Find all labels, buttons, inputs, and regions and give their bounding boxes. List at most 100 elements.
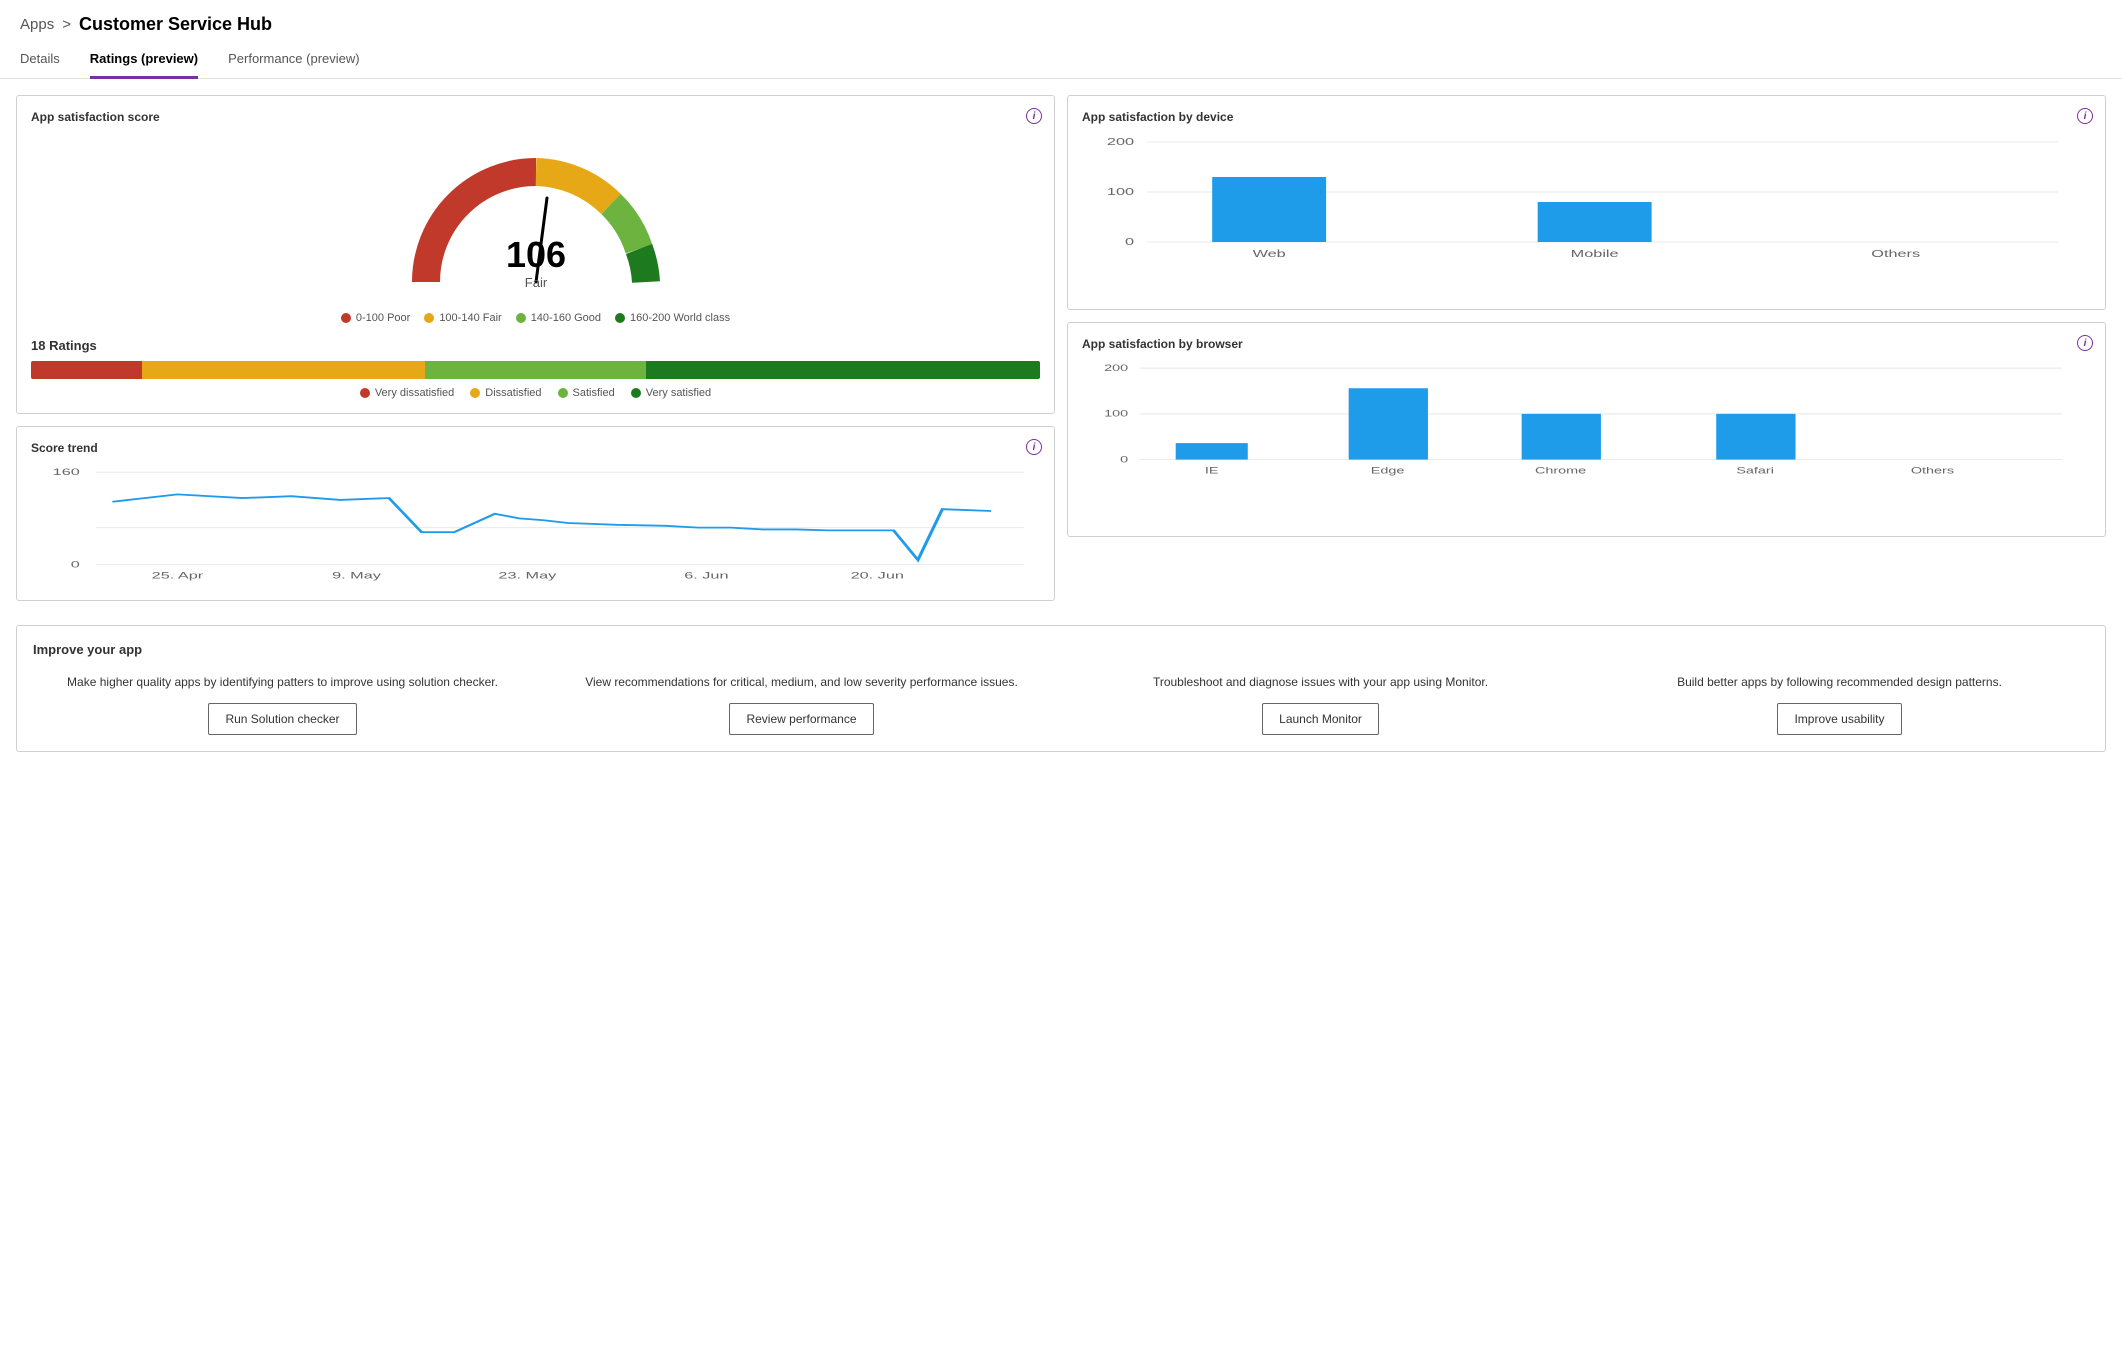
app-satisfaction-score-info-icon[interactable]: i xyxy=(1026,108,1042,124)
gauge-legend: 0-100 Poor 100-140 Fair 140-160 Good 160… xyxy=(31,312,1040,324)
breadcrumb: Apps > Customer Service Hub xyxy=(0,0,2122,43)
ratings-bar xyxy=(31,361,1040,379)
ratings-dot-dissatisfied xyxy=(470,388,480,398)
legend-fair-label: 100-140 Fair xyxy=(439,312,501,324)
legend-poor: 0-100 Poor xyxy=(341,312,410,324)
improve-item-1: View recommendations for critical, mediu… xyxy=(552,673,1051,735)
bar-edge xyxy=(1349,388,1428,459)
svg-text:23. May: 23. May xyxy=(498,570,556,580)
svg-text:200: 200 xyxy=(1107,136,1134,147)
improve-desc-3: Build better apps by following recommend… xyxy=(1677,673,2002,691)
tabs-bar: Details Ratings (preview) Performance (p… xyxy=(0,43,2122,79)
ratings-label-very-satisfied: Very satisfied xyxy=(646,387,711,399)
improve-item-2: Troubleshoot and diagnose issues with yo… xyxy=(1071,673,1570,735)
app-satisfaction-device-card: App satisfaction by device i 200 100 0 W… xyxy=(1067,95,2106,310)
legend-worldclass-dot xyxy=(615,313,625,323)
svg-text:6. Jun: 6. Jun xyxy=(684,570,728,580)
review-performance-button[interactable]: Review performance xyxy=(729,703,873,735)
score-trend-title: Score trend xyxy=(31,441,1040,455)
ratings-label-dissatisfied: Dissatisfied xyxy=(485,387,541,399)
improve-grid: Make higher quality apps by identifying … xyxy=(33,673,2089,735)
svg-text:25. Apr: 25. Apr xyxy=(152,570,204,580)
improve-desc-0: Make higher quality apps by identifying … xyxy=(67,673,498,691)
tab-ratings[interactable]: Ratings (preview) xyxy=(90,43,198,79)
tab-performance[interactable]: Performance (preview) xyxy=(228,43,360,79)
legend-fair: 100-140 Fair xyxy=(424,312,501,324)
browser-bar-chart: 200 100 0 IE Edge Chrome Safari xyxy=(1082,359,2091,519)
app-satisfaction-browser-info-icon[interactable]: i xyxy=(2077,335,2093,351)
ratings-legend-satisfied: Satisfied xyxy=(558,387,615,399)
ratings-dot-very-dissatisfied xyxy=(360,388,370,398)
run-solution-checker-button[interactable]: Run Solution checker xyxy=(208,703,356,735)
improve-desc-1: View recommendations for critical, mediu… xyxy=(585,673,1018,691)
improve-item-0: Make higher quality apps by identifying … xyxy=(33,673,532,735)
gauge-container: 106 Fair xyxy=(31,132,1040,302)
breadcrumb-separator: > xyxy=(62,16,71,33)
improve-app-title: Improve your app xyxy=(33,642,2089,657)
svg-text:106: 106 xyxy=(505,234,565,275)
right-column: App satisfaction by device i 200 100 0 W… xyxy=(1067,95,2106,613)
ratings-legend-very-dissatisfied: Very dissatisfied xyxy=(360,387,454,399)
svg-text:Others: Others xyxy=(1871,248,1920,259)
bar-chrome xyxy=(1522,414,1601,460)
svg-text:100: 100 xyxy=(1104,408,1128,419)
svg-text:Web: Web xyxy=(1253,248,1286,259)
app-satisfaction-score-card: App satisfaction score i xyxy=(16,95,1055,414)
ratings-bar-satisfied xyxy=(425,361,647,379)
svg-text:200: 200 xyxy=(1104,363,1128,374)
launch-monitor-button[interactable]: Launch Monitor xyxy=(1262,703,1379,735)
app-satisfaction-browser-card: App satisfaction by browser i 200 100 0 … xyxy=(1067,322,2106,537)
svg-text:20. Jun: 20. Jun xyxy=(851,570,904,580)
legend-world-class: 160-200 World class xyxy=(615,312,730,324)
breadcrumb-apps[interactable]: Apps xyxy=(20,16,54,33)
score-trend-card: Score trend i 160 0 25. Apr 9. May 23. M… xyxy=(16,426,1055,601)
gauge-svg: 106 Fair xyxy=(396,142,676,302)
legend-good-dot xyxy=(516,313,526,323)
score-trend-chart: 160 0 25. Apr 9. May 23. May 6. Jun 20. … xyxy=(31,463,1040,583)
ratings-count: 18 Ratings xyxy=(31,338,1040,353)
improve-desc-2: Troubleshoot and diagnose issues with yo… xyxy=(1153,673,1488,691)
device-bar-chart: 200 100 0 Web Mobile Others xyxy=(1082,132,2091,292)
bar-ie xyxy=(1176,443,1248,459)
improve-app-card: Improve your app Make higher quality app… xyxy=(16,625,2106,752)
svg-text:0: 0 xyxy=(1120,454,1128,465)
top-row: App satisfaction score i xyxy=(16,95,2106,613)
main-content: App satisfaction score i xyxy=(0,95,2122,752)
ratings-label-satisfied: Satisfied xyxy=(573,387,615,399)
ratings-dot-satisfied xyxy=(558,388,568,398)
legend-poor-dot xyxy=(341,313,351,323)
svg-text:160: 160 xyxy=(53,467,80,477)
ratings-bar-dissatisfied xyxy=(142,361,425,379)
svg-text:IE: IE xyxy=(1205,465,1219,476)
improve-usability-button[interactable]: Improve usability xyxy=(1777,703,1901,735)
tab-details[interactable]: Details xyxy=(20,43,60,79)
page-title: Customer Service Hub xyxy=(79,14,272,35)
app-satisfaction-device-title: App satisfaction by device xyxy=(1082,110,2091,124)
svg-text:Chrome: Chrome xyxy=(1535,465,1587,476)
bar-safari xyxy=(1716,414,1795,460)
svg-text:Edge: Edge xyxy=(1371,465,1405,476)
ratings-legend-dissatisfied: Dissatisfied xyxy=(470,387,541,399)
bar-web xyxy=(1212,177,1326,242)
app-satisfaction-browser-title: App satisfaction by browser xyxy=(1082,337,2091,351)
ratings-label-very-dissatisfied: Very dissatisfied xyxy=(375,387,454,399)
svg-text:Safari: Safari xyxy=(1736,465,1774,476)
svg-text:9. May: 9. May xyxy=(332,570,381,580)
ratings-bar-very-dissatisfied xyxy=(31,361,142,379)
legend-good-label: 140-160 Good xyxy=(531,312,601,324)
score-trend-info-icon[interactable]: i xyxy=(1026,439,1042,455)
legend-good: 140-160 Good xyxy=(516,312,601,324)
ratings-section: 18 Ratings Very dissatisfied xyxy=(31,338,1040,399)
ratings-dot-very-satisfied xyxy=(631,388,641,398)
svg-text:100: 100 xyxy=(1107,186,1134,197)
ratings-legend: Very dissatisfied Dissatisfied Satisfied xyxy=(31,387,1040,399)
app-satisfaction-score-title: App satisfaction score xyxy=(31,110,1040,124)
legend-poor-label: 0-100 Poor xyxy=(356,312,410,324)
svg-text:0: 0 xyxy=(1125,236,1134,247)
ratings-bar-very-satisfied xyxy=(646,361,1040,379)
svg-text:0: 0 xyxy=(71,559,80,569)
legend-worldclass-label: 160-200 World class xyxy=(630,312,730,324)
left-column: App satisfaction score i xyxy=(16,95,1055,613)
app-satisfaction-device-info-icon[interactable]: i xyxy=(2077,108,2093,124)
bar-mobile xyxy=(1538,202,1652,242)
